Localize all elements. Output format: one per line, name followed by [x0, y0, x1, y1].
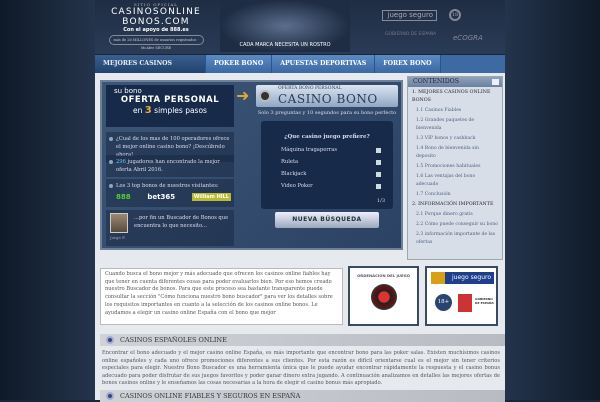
option-blackjack[interactable]: Blackjack	[281, 171, 381, 177]
toc-link[interactable]: 1. MEJORES CASINOS ONLINE BONOS	[408, 89, 502, 105]
oferta-text: OFERTA PERSONAL	[120, 95, 220, 105]
coat-of-arms-icon	[458, 294, 472, 312]
roulette-icon	[370, 284, 397, 310]
toc-link[interactable]: 2.1 Porque dinero gratis	[408, 211, 502, 219]
page-background-left	[0, 0, 95, 400]
su-bono-text: su bono	[114, 87, 142, 95]
checkbox[interactable]	[376, 172, 381, 177]
quiz-box: ¿Que casino juego prefiere? Máquina trag…	[261, 121, 393, 209]
juego-seguro-label: juego seguro	[431, 272, 494, 284]
juego-seguro-image[interactable]: juego seguro 18+ GOBIERNO DE ESPAÑA	[425, 266, 498, 326]
option-label: Video Poker	[281, 183, 313, 189]
ecogra-logo: eCOGRA	[453, 34, 483, 42]
section-title: CASINOS ESPAÑOLES ONLINE	[120, 336, 227, 344]
simples-pasos-text: simples pasos	[154, 106, 207, 115]
ordenacion-juego-image[interactable]: ORDENACIÓN DEL JUEGO	[348, 266, 419, 326]
info-item: Los 3 top bonos de nuestros visitantes: …	[106, 179, 234, 207]
casino-bono-widget: OFERTA BONO PERSONAL CASINO BONO Solo 3 p…	[256, 85, 398, 228]
toc-title: CONTENIDOS	[413, 78, 459, 85]
option-ruleta[interactable]: Ruleta	[281, 159, 381, 165]
testimonial-name: Jorge F.	[110, 235, 126, 240]
intro-text: Cuando busca el bono mejor y más adecuad…	[100, 268, 343, 325]
toc-link[interactable]: 1.6 Las ventajas del bono adecuado	[408, 173, 502, 189]
page: SITIO OFICIAL CASINOSONLINE BONOS.COM Co…	[95, 0, 505, 402]
en-text: en	[133, 106, 143, 115]
toc-link[interactable]: 1.7 Conclusión	[408, 191, 502, 199]
info-item: 296 jugadores han encontrado la mejor of…	[106, 155, 234, 177]
toc-link[interactable]: 1.5 Promociones habituales	[408, 163, 502, 171]
hero-panel: su bono OFERTA PERSONAL en 3 simples pas…	[100, 80, 403, 250]
nav-poker-bono[interactable]: POKER BONO	[206, 55, 273, 73]
oferta-personal-banner: su bono OFERTA PERSONAL en 3 simples pas…	[106, 85, 234, 127]
pasos-text: en 3 simples pasos	[106, 105, 234, 116]
top-bonos-label: Los 3 top bonos de nuestros visitantes:	[116, 183, 219, 189]
three-text: 3	[144, 105, 152, 116]
nav-mejores-casinos[interactable]: MEJORES CASINOS ONLINE	[95, 55, 206, 85]
gobierno-label: GOBIERNO DE ESPAÑA	[475, 297, 494, 305]
age-18-badge: 18+	[435, 294, 452, 311]
section-heading: CASINOS ESPAÑOLES ONLINE	[100, 334, 505, 346]
logo-line2: BONOS.COM	[122, 17, 190, 27]
toc-link[interactable]: 1.4 Bono de bienvenida sin deposito	[408, 145, 502, 161]
toc-link[interactable]: 1.1 Casinos Fiables	[408, 107, 502, 115]
checkbox[interactable]	[376, 160, 381, 165]
section-text: Encontrar el bono adecuado y el mejor ca…	[102, 350, 500, 387]
page-background-right	[505, 0, 600, 400]
option-label: Ruleta	[281, 159, 299, 165]
main-nav: MEJORES CASINOS ONLINE POKER BONO APUEST…	[95, 55, 505, 85]
ordenacion-label: ORDENACIÓN DEL JUEGO	[357, 273, 410, 278]
casino-bono-header: OFERTA BONO PERSONAL CASINO BONO	[256, 85, 398, 107]
support-text: Con el apoyo de 888.es	[123, 27, 189, 33]
info-text: jugadores han encontrado la mejor oferta…	[116, 159, 220, 173]
section-heading: CASINOS ONLINE FIABLES Y SEGUROS EN ESPA…	[100, 390, 505, 402]
bullet-icon	[106, 336, 114, 344]
checkbox[interactable]	[376, 148, 381, 153]
toc-link[interactable]: 2.2 Cómo puede conseguir su bono	[408, 221, 502, 229]
nav-apuestas-deportivas[interactable]: APUESTAS DEPORTIVAS	[272, 55, 376, 73]
section-title: CASINOS ONLINE FIABLES Y SEGUROS EN ESPA…	[120, 392, 301, 400]
avatar	[110, 213, 128, 233]
content: su bono OFERTA PERSONAL en 3 simples pas…	[95, 73, 505, 402]
info-icon[interactable]	[492, 79, 499, 85]
banner-caption: CADA MARCA NECESITA UN ROSTRO	[239, 42, 331, 48]
option-video-poker[interactable]: Video Poker	[281, 183, 381, 189]
bullet-icon	[106, 392, 114, 400]
option-label: Máquina tragaperras	[281, 147, 337, 153]
brand-bet365[interactable]: bet365	[147, 193, 175, 201]
toc-link[interactable]: 1.3 VIP bonos y cashback	[408, 135, 502, 143]
toc-header: CONTENIDOS	[408, 77, 502, 87]
site-logo[interactable]: SITIO OFICIAL CASINOSONLINE BONOS.COM Co…	[101, 2, 211, 50]
testimonial: Jorge F. ...por fin un Buscador de Bonos…	[106, 210, 234, 246]
brand-888[interactable]: 888	[116, 193, 131, 201]
nav-forex-bono[interactable]: FOREX BONO	[375, 55, 441, 73]
player-count: 296	[116, 159, 126, 165]
header: SITIO OFICIAL CASINOSONLINE BONOS.COM Co…	[95, 0, 505, 54]
option-label: Blackjack	[281, 171, 307, 177]
arrow-icon: ➜	[236, 86, 250, 105]
members-badge: más de 26 MILLONES de usuarios registrad…	[108, 35, 204, 50]
logo-line1: CASINOSONLINE	[111, 7, 201, 17]
banner-players[interactable]: CADA MARCA NECESITA UN ROSTRO	[220, 0, 350, 52]
table-of-contents: CONTENIDOS 1. MEJORES CASINOS ONLINE BON…	[407, 76, 503, 260]
quiz-page: 1/3	[376, 198, 385, 204]
age-18-icon: 18	[449, 9, 461, 21]
nueva-busqueda-button[interactable]: NUEVA BÚSQUEDA	[275, 212, 379, 228]
toc-link[interactable]: 1.2 Grandes paquetes de bienvenida	[408, 117, 502, 133]
widget-title: CASINO BONO	[278, 92, 378, 106]
toc-link[interactable]: 2. INFORMACIÓN IMPORTANTE	[408, 201, 502, 209]
gobierno-logo: GOBIERNO DE ESPAÑA	[385, 32, 437, 37]
widget-subtitle: OFERTA BONO PERSONAL	[278, 86, 342, 91]
brand-william-hill[interactable]: William HILL	[191, 193, 231, 201]
widget-description: Solo 3 preguntas y 10 segundos para su b…	[257, 110, 397, 116]
testimonial-quote: ...por fin un Buscador de Bonos que encu…	[134, 215, 229, 229]
roulette-icon	[259, 90, 271, 102]
quiz-question: ¿Que casino juego prefiere?	[284, 134, 370, 140]
checkbox[interactable]	[376, 184, 381, 189]
option-tragaperras[interactable]: Máquina tragaperras	[281, 147, 381, 153]
juego-seguro-logo[interactable]: juego seguro	[382, 10, 437, 21]
toc-link[interactable]: 2.3 información importante de las oferta…	[408, 231, 502, 247]
